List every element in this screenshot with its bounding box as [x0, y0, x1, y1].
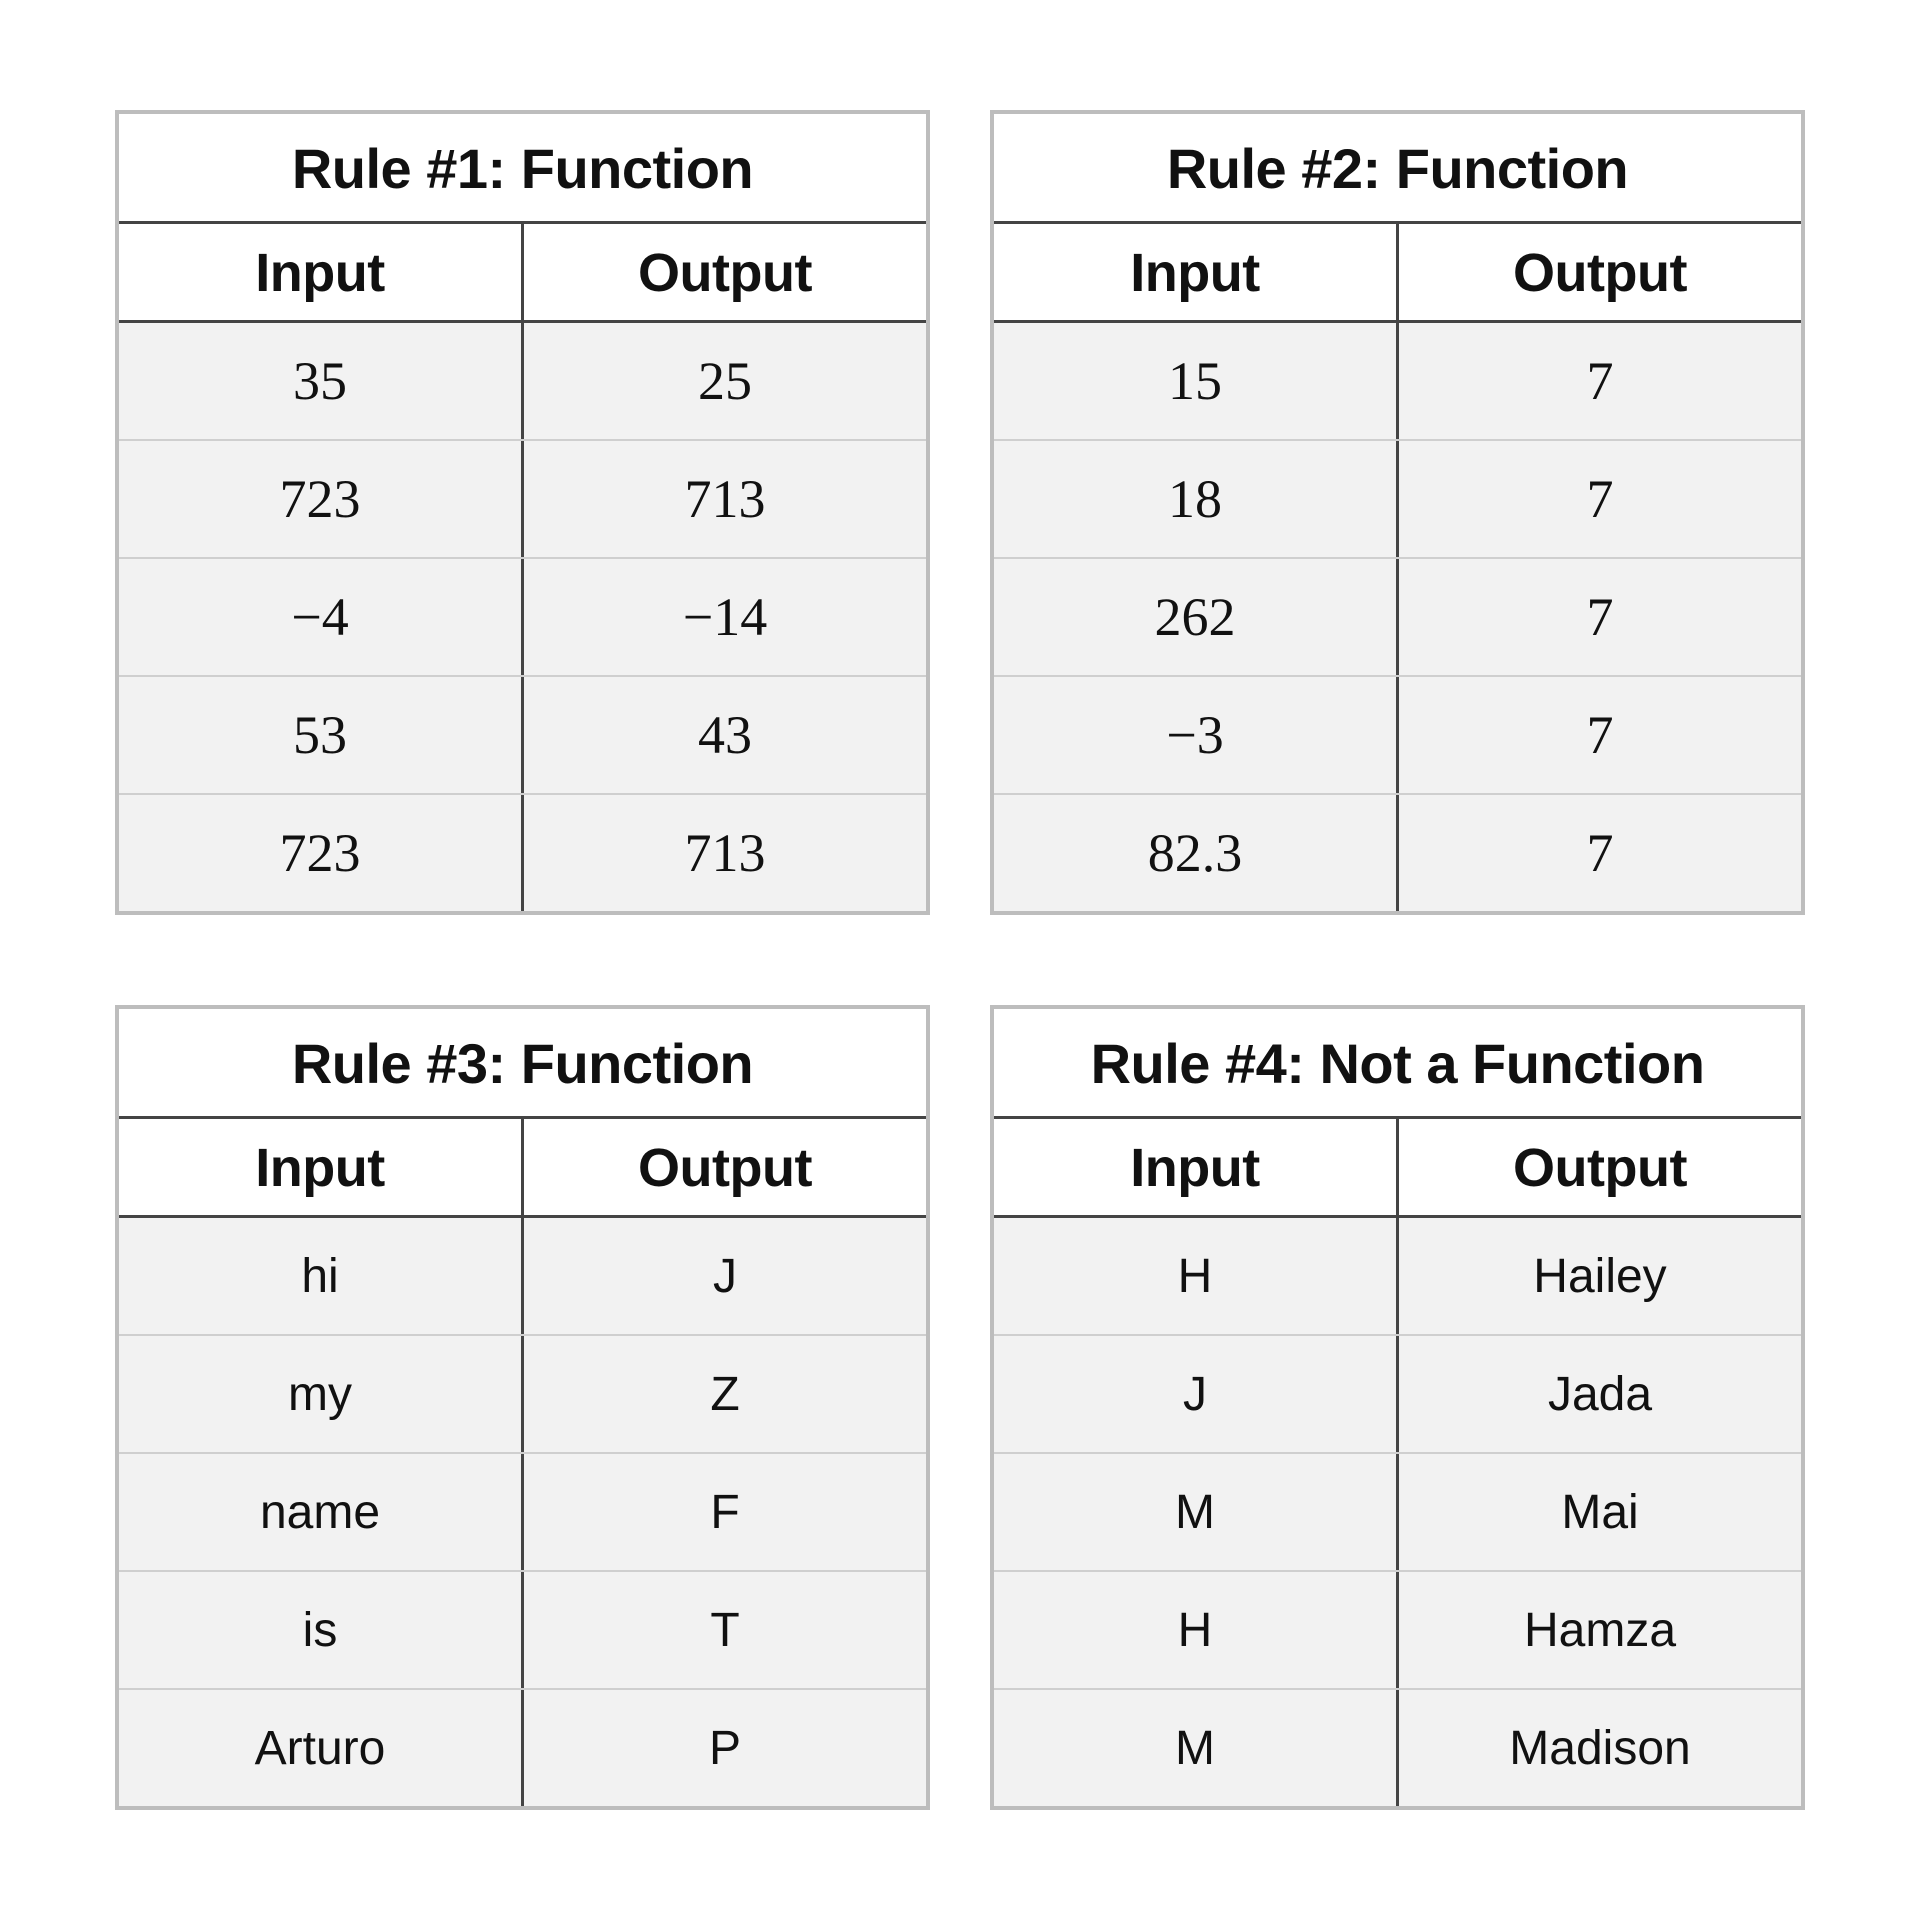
rule-4-title: Rule #4: Not a Function [994, 1009, 1801, 1116]
table-header: Input Output [119, 221, 926, 323]
col-input-header: Input [119, 224, 524, 320]
cell-output: Z [524, 1336, 926, 1452]
table-body: hi J my Z name F is T Arturo P [119, 1218, 926, 1806]
table-row: 723 713 [119, 793, 926, 911]
cell-input: M [994, 1454, 1399, 1570]
cell-input: hi [119, 1218, 524, 1334]
table-row: hi J [119, 1218, 926, 1334]
cell-output: 7 [1399, 795, 1801, 911]
table-row: 723 713 [119, 439, 926, 557]
cell-output: Mai [1399, 1454, 1801, 1570]
cell-input: 723 [119, 441, 524, 557]
table-body: 15 7 18 7 262 7 −3 7 82.3 7 [994, 323, 1801, 911]
table-row: −3 7 [994, 675, 1801, 793]
col-input-header: Input [119, 1119, 524, 1215]
table-row: 262 7 [994, 557, 1801, 675]
col-output-header: Output [1399, 224, 1801, 320]
cell-output: 7 [1399, 559, 1801, 675]
cell-output: 43 [524, 677, 926, 793]
cell-output: −14 [524, 559, 926, 675]
table-row: is T [119, 1570, 926, 1688]
cell-output: Jada [1399, 1336, 1801, 1452]
col-output-header: Output [1399, 1119, 1801, 1215]
cell-output: 713 [524, 441, 926, 557]
table-row: 15 7 [994, 323, 1801, 439]
table-header: Input Output [994, 221, 1801, 323]
cell-output: P [524, 1690, 926, 1806]
rule-4-table: Rule #4: Not a Function Input Output H H… [990, 1005, 1805, 1810]
rule-2-table: Rule #2: Function Input Output 15 7 18 7… [990, 110, 1805, 915]
table-header: Input Output [994, 1116, 1801, 1218]
cell-input: H [994, 1218, 1399, 1334]
rule-3-title: Rule #3: Function [119, 1009, 926, 1116]
table-row: J Jada [994, 1334, 1801, 1452]
table-row: name F [119, 1452, 926, 1570]
cell-output: 7 [1399, 323, 1801, 439]
table-row: 35 25 [119, 323, 926, 439]
cell-input: 18 [994, 441, 1399, 557]
cell-input: Arturo [119, 1690, 524, 1806]
table-body: 35 25 723 713 −4 −14 53 43 723 713 [119, 323, 926, 911]
rule-2-title: Rule #2: Function [994, 114, 1801, 221]
rule-1-title: Rule #1: Function [119, 114, 926, 221]
table-row: −4 −14 [119, 557, 926, 675]
cell-input: H [994, 1572, 1399, 1688]
table-header: Input Output [119, 1116, 926, 1218]
rule-1-table: Rule #1: Function Input Output 35 25 723… [115, 110, 930, 915]
cell-input: 35 [119, 323, 524, 439]
table-row: H Hamza [994, 1570, 1801, 1688]
cell-input: −3 [994, 677, 1399, 793]
rule-3-table: Rule #3: Function Input Output hi J my Z… [115, 1005, 930, 1810]
cell-output: Madison [1399, 1690, 1801, 1806]
cell-input: 262 [994, 559, 1399, 675]
cell-input: 53 [119, 677, 524, 793]
cell-input: name [119, 1454, 524, 1570]
cell-output: Hamza [1399, 1572, 1801, 1688]
cell-input: my [119, 1336, 524, 1452]
cell-input: is [119, 1572, 524, 1688]
table-body: H Hailey J Jada M Mai H Hamza M Madison [994, 1218, 1801, 1806]
table-row: M Mai [994, 1452, 1801, 1570]
table-row: 82.3 7 [994, 793, 1801, 911]
page: Rule #1: Function Input Output 35 25 723… [0, 0, 1920, 1920]
table-row: 53 43 [119, 675, 926, 793]
cell-output: 7 [1399, 441, 1801, 557]
table-row: 18 7 [994, 439, 1801, 557]
cell-output: F [524, 1454, 926, 1570]
cell-input: 82.3 [994, 795, 1399, 911]
cell-output: 25 [524, 323, 926, 439]
col-input-header: Input [994, 1119, 1399, 1215]
table-row: M Madison [994, 1688, 1801, 1806]
cell-output: 7 [1399, 677, 1801, 793]
cell-input: 15 [994, 323, 1399, 439]
table-row: Arturo P [119, 1688, 926, 1806]
cell-output: J [524, 1218, 926, 1334]
cell-output: 713 [524, 795, 926, 911]
cell-output: Hailey [1399, 1218, 1801, 1334]
table-row: H Hailey [994, 1218, 1801, 1334]
table-row: my Z [119, 1334, 926, 1452]
col-output-header: Output [524, 224, 926, 320]
cell-output: T [524, 1572, 926, 1688]
cell-input: 723 [119, 795, 524, 911]
col-input-header: Input [994, 224, 1399, 320]
col-output-header: Output [524, 1119, 926, 1215]
cell-input: M [994, 1690, 1399, 1806]
cell-input: −4 [119, 559, 524, 675]
cell-input: J [994, 1336, 1399, 1452]
